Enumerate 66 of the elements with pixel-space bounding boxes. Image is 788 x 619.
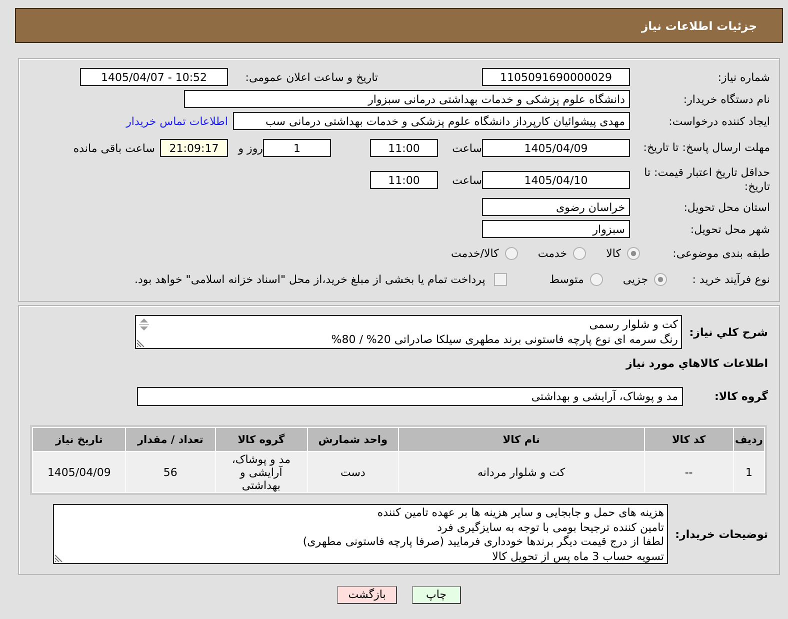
column-header: گروه کالا [216, 428, 307, 451]
print-button[interactable]: چاپ [412, 586, 461, 604]
validity-time-field[interactable]: 11:00 [370, 171, 438, 189]
radio-button[interactable] [654, 272, 667, 286]
goods-group-label: گروه کالا: [713, 390, 768, 403]
column-header: نام کالا [399, 428, 644, 451]
need-number-field[interactable]: 1105091690000029 [482, 68, 630, 86]
option-label: متوسط [549, 272, 584, 286]
buyer-org-label: نام دستگاه خریدار: [682, 92, 770, 106]
description-label: شرح کلي نياز: [688, 326, 768, 338]
table-cell: -- [644, 452, 733, 492]
radio-button[interactable] [590, 272, 603, 286]
option-label: کالا/خدمت [451, 246, 499, 260]
column-header: کد کالا [644, 428, 733, 451]
buyer-notes-label: توضیحات خریدار: [674, 528, 768, 540]
column-header: واحد شمارش [308, 428, 398, 451]
resize-grip-icon[interactable] [55, 554, 63, 562]
section-title: اطلاعات کالاهاي مورد نياز [626, 356, 768, 370]
table-cell: کت و شلوار مردانه [399, 452, 644, 492]
validity-date-field[interactable]: 1405/04/10 [482, 171, 630, 189]
description-field[interactable]: کت و شلوار رسمی رنگ سرمه ای نوع پارچه فاستونی برند مطهری سیلکا صادراتی 20% / 80% [135, 315, 682, 349]
option-group-label: نوع فرآیند خرید : [691, 272, 770, 286]
reply-time-field[interactable]: 11:00 [370, 139, 438, 157]
radio-button[interactable] [504, 246, 518, 260]
need-number-label: شماره نیاز: [716, 70, 770, 84]
city-field[interactable]: سبزوار [482, 220, 630, 238]
table-cell: دست [308, 452, 398, 492]
province-field[interactable]: خراسان رضوی [482, 198, 630, 216]
days-label: روز و [236, 142, 263, 154]
option-label: خدمت [538, 246, 568, 260]
resize-grip-icon[interactable] [137, 339, 145, 347]
province-label: استان محل تحویل: [682, 200, 770, 214]
reply-deadline-label: مهلت ارسال پاسخ: تا تاریخ: [642, 141, 770, 155]
time-left-label: ساعت باقی مانده [73, 142, 155, 154]
reply-date-field[interactable]: 1405/04/09 [482, 139, 630, 157]
page-title: جزئیات اطلاعات نیاز [641, 18, 757, 32]
table-cell: 1 [734, 452, 764, 492]
time-label: ساعت [451, 174, 482, 186]
column-header: تعداد / مقدار [126, 428, 215, 451]
radio-button[interactable] [627, 246, 640, 260]
option-label: جزیی [622, 272, 648, 286]
announce-date-field[interactable]: 1405/04/07 - 10:52 [80, 68, 228, 86]
radio-button[interactable] [573, 246, 586, 260]
time-label: ساعت [451, 142, 482, 154]
option-group-label: طبقه بندی موضوعی: [672, 246, 770, 260]
table-cell: مد و پوشاک، آرایشی و بهداشتی [216, 452, 307, 492]
scroll-arrows-icon[interactable] [138, 317, 150, 332]
option-label: کالا [606, 246, 621, 260]
buyer-contact-link[interactable]: اطلاعات تماس خریدار [126, 114, 228, 128]
buyer-notes-field[interactable]: هزینه های حمل و جابجایی و سایر هزینه ها بر عهده تامین کننده تامین کننده ترجیحا بومی با توجه به سایزگیری فرد لطفا از درج قیمت دیگر برندها خودداری فرمایید (صرفا پارچه فاستونی مطهری) تسویه حساب 3 ماه پس از تحویل کالا [53, 504, 668, 564]
time-left-field[interactable]: 21:09:17 [160, 139, 228, 157]
column-header: تاریخ نیاز [33, 428, 126, 451]
requester-label: ایجاد کننده درخواست: [668, 114, 770, 128]
checkbox[interactable] [494, 272, 508, 286]
treasury-payment-label: پرداخت تمام یا بخشی از مبلغ خرید،از محل "اسناد خزانه اسلامی" خواهد بود. [134, 272, 486, 286]
column-header: ردیف [734, 428, 764, 451]
buyer-org-field[interactable]: دانشگاه علوم پزشکی و خدمات بهداشتی درمانی سبزوار [184, 90, 630, 108]
announce-date-label: تاریخ و ساعت اعلان عمومی: [244, 70, 378, 84]
goods-group-field[interactable]: مد و پوشاک، آرایشی و بهداشتی [137, 387, 683, 406]
back-button[interactable]: بازگشت [337, 586, 397, 604]
table-cell: 56 [126, 452, 215, 492]
city-label: شهر محل تحویل: [689, 222, 770, 236]
days-left-field[interactable]: 1 [263, 139, 331, 157]
table-cell: 1405/04/09 [33, 452, 126, 492]
requester-field[interactable]: مهدی پیشوائیان کارپرداز دانشگاه علوم پزشکی و خدمات بهداشتی درمانی سب [233, 112, 630, 130]
price-validity-label: حداقل تاریخ اعتبار قیمت: تا تاریخ: [643, 166, 770, 194]
